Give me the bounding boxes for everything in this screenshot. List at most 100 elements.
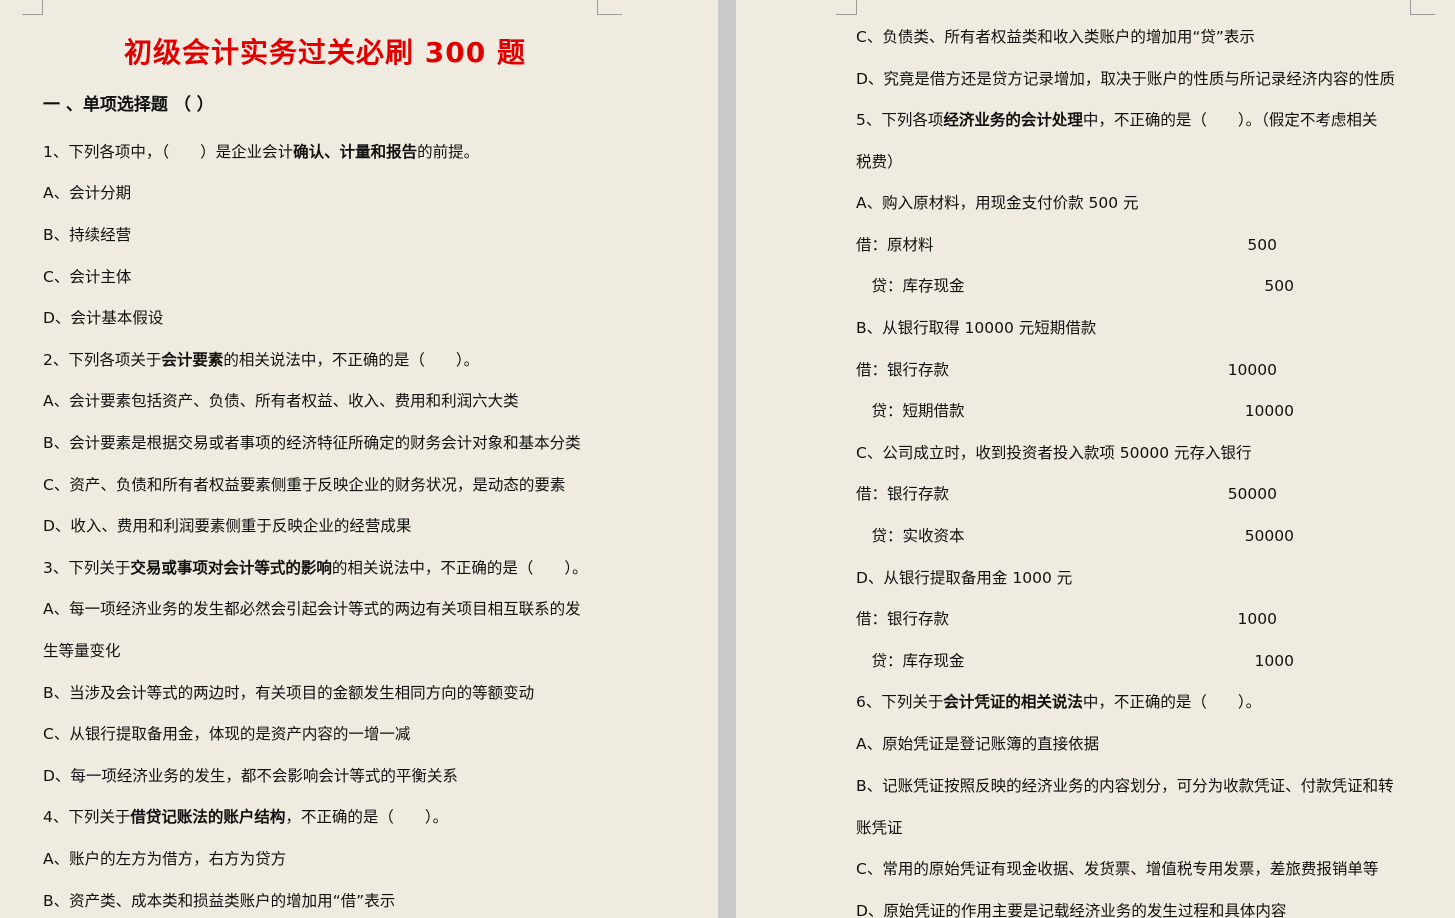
text-span: 2、下列各项关于 bbox=[43, 351, 162, 369]
text-span: D、从银行提取备用金 1000 元 bbox=[856, 569, 1073, 587]
text-span: A、每一项经济业务的发生都必然会引起会计等式的两边有关项目相互联系的发 bbox=[43, 600, 581, 618]
text-span: 税费） bbox=[856, 153, 903, 171]
text-span: C、会计主体 bbox=[43, 268, 132, 286]
text-span: 中，不正确的是（ ）。（假定不考虑相关 bbox=[1082, 111, 1378, 129]
text-span: 的相关说法中，不正确的是（ ）。 bbox=[331, 559, 588, 577]
text-span: 借：银行存款 bbox=[856, 610, 950, 628]
text-line: B、资产类、成本类和损益类账户的增加用“借”表示 bbox=[43, 891, 395, 911]
text-span: 生等量变化 bbox=[43, 642, 121, 660]
text-line: B、从银行取得 10000 元短期借款 bbox=[856, 318, 1096, 338]
text-line: A、每一项经济业务的发生都必然会引起会计等式的两边有关项目相互联系的发 bbox=[43, 599, 581, 619]
text-line: 4、下列关于借贷记账法的账户结构，不正确的是（ ）。 bbox=[43, 807, 448, 827]
text-span: D、原始凭证的作用主要是记载经济业务的发生过程和具体内容 bbox=[856, 902, 1287, 918]
bold-keyword: 会计凭证的相关说法 bbox=[943, 693, 1083, 711]
text-span: D、究竟是借方还是贷方记录增加，取决于账户的性质与所记录经济内容的性质 bbox=[856, 70, 1395, 88]
journal-amount: 500 bbox=[1247, 236, 1277, 254]
text-span: A、购入原材料，用现金支付价款 500 元 bbox=[856, 194, 1139, 212]
text-span: B、资产类、成本类和损益类账户的增加用“借”表示 bbox=[43, 892, 396, 910]
text-line: 借：银行存款 bbox=[856, 360, 949, 380]
text-span: 的相关说法中，不正确的是（ ）。 bbox=[223, 351, 480, 369]
crop-mark-top-left bbox=[836, 0, 857, 15]
journal-amount: 10000 bbox=[1244, 402, 1294, 420]
text-line: 贷：库存现金 bbox=[856, 276, 965, 296]
text-line: A、购入原材料，用现金支付价款 500 元 bbox=[856, 193, 1139, 213]
text-line: 账凭证 bbox=[856, 818, 903, 838]
text-span: C、常用的原始凭证有现金收据、发货票、增值税专用发票，差旅费报销单等 bbox=[856, 860, 1379, 878]
text-line: 贷：库存现金 bbox=[856, 651, 965, 671]
page-gutter bbox=[718, 0, 736, 918]
text-span: C、公司成立时，收到投资者投入款项 50000 元存入银行 bbox=[856, 444, 1252, 462]
text-line: 5、下列各项经济业务的会计处理中，不正确的是（ ）。（假定不考虑相关 bbox=[856, 110, 1377, 130]
text-line: 贷：短期借款 bbox=[856, 401, 965, 421]
text-span: A、会计要素包括资产、负债、所有者权益、收入、费用和利润六大类 bbox=[43, 392, 519, 410]
text-line: D、收入、费用和利润要素侧重于反映企业的经营成果 bbox=[43, 516, 411, 536]
text-line: 1、下列各项中，（ ）是企业会计确认、计量和报告的前提。 bbox=[43, 142, 479, 162]
crop-mark-top-right bbox=[597, 0, 622, 15]
journal-amount: 1000 bbox=[1254, 652, 1294, 670]
bold-keyword: 借贷记账法的账户结构 bbox=[130, 808, 286, 826]
text-line: 3、下列关于交易或事项对会计等式的影响的相关说法中，不正确的是（ ）。 bbox=[43, 558, 588, 578]
crop-mark-top-left bbox=[22, 0, 43, 15]
text-line: 贷：实收资本 bbox=[856, 526, 965, 546]
text-line: A、会计分期 bbox=[43, 183, 131, 203]
text-span: 1、下列各项中，（ ）是企业会计 bbox=[43, 143, 294, 161]
document-page-right: C、负债类、所有者权益类和收入类账户的增加用“贷”表示 D、究竟是借方还是贷方记录… bbox=[736, 0, 1455, 918]
journal-amount: 10000 bbox=[1227, 361, 1277, 379]
text-span: 的前提。 bbox=[417, 143, 480, 161]
document-page-left: 初级会计实务过关必刷 300 题 一 、单项选择题 （ ） 1、下列各项中，（ … bbox=[0, 0, 718, 918]
text-span: 中，不正确的是（ ）。 bbox=[1082, 693, 1262, 711]
bold-keyword: 确认、计量和报告 bbox=[293, 143, 418, 161]
text-span: A、账户的左方为借方，右方为贷方 bbox=[43, 850, 287, 868]
text-line: C、从银行提取备用金，体现的是资产内容的一增一减 bbox=[43, 724, 410, 744]
text-span: 4、下列关于 bbox=[43, 808, 131, 826]
text-line: C、常用的原始凭证有现金收据、发货票、增值税专用发票，差旅费报销单等 bbox=[856, 859, 1378, 879]
text-span: 贷：短期借款 bbox=[856, 402, 965, 420]
text-span: B、会计要素是根据交易或者事项的经济特征所确定的财务会计对象和基本分类 bbox=[43, 434, 581, 452]
text-span: A、会计分期 bbox=[43, 184, 132, 202]
crop-mark-top-right bbox=[1410, 0, 1435, 15]
text-line: A、原始凭证是登记账簿的直接依据 bbox=[856, 734, 1099, 754]
text-span: C、负债类、所有者权益类和收入类账户的增加用“贷”表示 bbox=[856, 28, 1255, 46]
bold-keyword: 经济业务的会计处理 bbox=[943, 111, 1083, 129]
text-line: B、当涉及会计等式的两边时，有关项目的金额发生相同方向的等额变动 bbox=[43, 683, 534, 703]
journal-amount: 1000 bbox=[1237, 610, 1277, 628]
text-line: 税费） bbox=[856, 152, 903, 172]
text-line: 借：银行存款 bbox=[856, 609, 949, 629]
text-span: 借：银行存款 bbox=[856, 485, 950, 503]
section-heading: 一 、单项选择题 （ ） bbox=[43, 95, 214, 115]
journal-amount: 50000 bbox=[1244, 527, 1294, 545]
text-span: 贷：实收资本 bbox=[856, 527, 965, 545]
text-span: ，不正确的是（ ）。 bbox=[285, 808, 449, 826]
text-line: D、每一项经济业务的发生，都不会影响会计等式的平衡关系 bbox=[43, 766, 458, 786]
text-line: 2、下列各项关于会计要素的相关说法中，不正确的是（ ）。 bbox=[43, 350, 479, 370]
bold-keyword: 会计要素 bbox=[161, 351, 224, 369]
text-span: D、会计基本假设 bbox=[43, 309, 164, 327]
text-span: D、每一项经济业务的发生，都不会影响会计等式的平衡关系 bbox=[43, 767, 458, 785]
text-line: D、究竟是借方还是贷方记录增加，取决于账户的性质与所记录经济内容的性质 bbox=[856, 69, 1395, 89]
text-span: D、收入、费用和利润要素侧重于反映企业的经营成果 bbox=[43, 517, 412, 535]
text-span: 贷：库存现金 bbox=[856, 277, 965, 295]
text-line: C、资产、负债和所有者权益要素侧重于反映企业的财务状况，是动态的要素 bbox=[43, 475, 565, 495]
text-span: C、资产、负债和所有者权益要素侧重于反映企业的财务状况，是动态的要素 bbox=[43, 476, 566, 494]
text-span: 账凭证 bbox=[856, 819, 903, 837]
text-line: B、会计要素是根据交易或者事项的经济特征所确定的财务会计对象和基本分类 bbox=[43, 433, 581, 453]
text-line: D、从银行提取备用金 1000 元 bbox=[856, 568, 1072, 588]
text-line: 借：原材料 bbox=[856, 235, 934, 255]
text-line: C、公司成立时，收到投资者投入款项 50000 元存入银行 bbox=[856, 443, 1252, 463]
text-line: C、会计主体 bbox=[43, 267, 131, 287]
bold-keyword: 交易或事项对会计等式的影响 bbox=[130, 559, 332, 577]
text-span: 贷：库存现金 bbox=[856, 652, 965, 670]
text-span: B、当涉及会计等式的两边时，有关项目的金额发生相同方向的等额变动 bbox=[43, 684, 535, 702]
text-line: B、记账凭证按照反映的经济业务的内容划分，可分为收款凭证、付款凭证和转 bbox=[856, 776, 1394, 796]
text-line: C、负债类、所有者权益类和收入类账户的增加用“贷”表示 bbox=[856, 27, 1255, 47]
text-span: 借：银行存款 bbox=[856, 361, 950, 379]
text-line: B、持续经营 bbox=[43, 225, 131, 245]
text-span: 6、下列关于 bbox=[856, 693, 944, 711]
text-span: A、原始凭证是登记账簿的直接依据 bbox=[856, 735, 1100, 753]
text-span: B、从银行取得 10000 元短期借款 bbox=[856, 319, 1097, 337]
text-line: D、会计基本假设 bbox=[43, 308, 163, 328]
text-line: D、原始凭证的作用主要是记载经济业务的发生过程和具体内容 bbox=[856, 901, 1286, 918]
text-span: B、记账凭证按照反映的经济业务的内容划分，可分为收款凭证、付款凭证和转 bbox=[856, 777, 1394, 795]
text-line: 6、下列关于会计凭证的相关说法中，不正确的是（ ）。 bbox=[856, 692, 1261, 712]
text-span: 借：原材料 bbox=[856, 236, 934, 254]
